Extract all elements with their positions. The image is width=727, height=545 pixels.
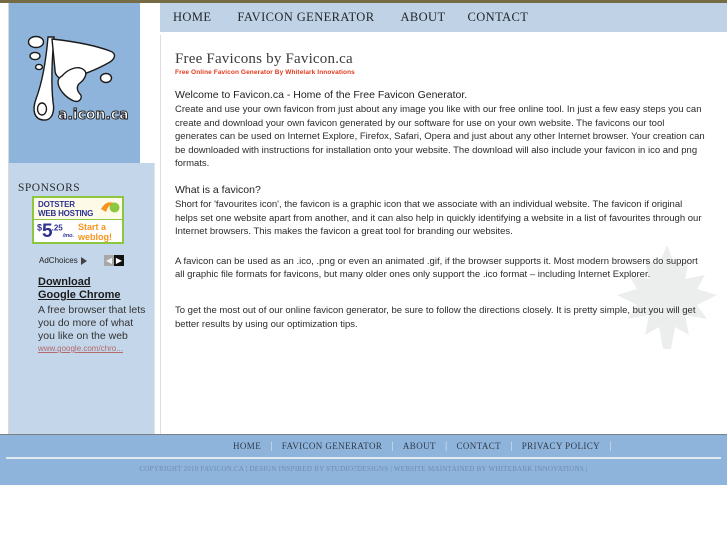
dotster-cta-line1: Start a bbox=[78, 222, 107, 232]
chrome-ad-headline[interactable]: Download Google Chrome bbox=[38, 276, 148, 302]
ad-next-button[interactable]: ▶ bbox=[114, 255, 124, 266]
content-inner: Free Favicons by Favicon.ca Free Online … bbox=[161, 35, 727, 331]
nav-about[interactable]: ABOUT bbox=[400, 10, 445, 25]
chrome-ad-headline-line1: Download bbox=[38, 276, 91, 288]
what-is-favicon-paragraph: Short for 'favourites icon', the favicon… bbox=[175, 198, 702, 238]
ad-carousel-controls: ◀ ▶ bbox=[104, 255, 124, 266]
primary-navigation-list: HOME FAVICON GENERATOR ABOUT CONTACT bbox=[160, 3, 727, 32]
nav-home[interactable]: HOME bbox=[173, 10, 211, 25]
adchoices-label[interactable]: AdChoices bbox=[39, 256, 87, 265]
sidebar: SPONSORS DOTSTER WEB HOSTING $5.25/mo. S… bbox=[8, 163, 155, 434]
formats-paragraph: A favicon can be used as an .ico, .png o… bbox=[175, 255, 698, 281]
chrome-ad-body: A free browser that lets you do more of … bbox=[38, 304, 146, 342]
dotster-price-value: 5 bbox=[42, 221, 53, 242]
dotster-price-cents: .25 bbox=[51, 223, 63, 233]
logo-panel: a.icon.ca bbox=[8, 3, 140, 163]
nav-favicon-generator[interactable]: FAVICON GENERATOR bbox=[237, 10, 374, 25]
right-arrow-icon: ▶ bbox=[115, 255, 123, 265]
site-footer: HOME | FAVICON GENERATOR | ABOUT | CONTA… bbox=[0, 434, 727, 485]
sponsors-heading: SPONSORS bbox=[18, 182, 81, 194]
footer-contact[interactable]: CONTACT bbox=[448, 441, 511, 452]
nav-contact[interactable]: CONTACT bbox=[468, 10, 529, 25]
optimization-tips-paragraph: To get the most out of our online favico… bbox=[175, 304, 696, 330]
dotster-swoosh-icon bbox=[100, 200, 120, 221]
dotster-cta: Start a weblog! bbox=[78, 222, 112, 242]
chrome-ad-url[interactable]: www.google.com/chro... bbox=[38, 344, 148, 353]
footer-about[interactable]: ABOUT bbox=[394, 441, 445, 452]
primary-navigation: HOME FAVICON GENERATOR ABOUT CONTACT bbox=[160, 3, 727, 32]
left-arrow-icon: ◀ bbox=[105, 255, 113, 265]
footer-home[interactable]: HOME bbox=[224, 441, 270, 452]
google-chrome-text-ad[interactable]: Download Google Chrome A free browser th… bbox=[38, 276, 148, 353]
dotster-ad-banner[interactable]: DOTSTER WEB HOSTING $5.25/mo. Start a we… bbox=[32, 196, 124, 244]
dotster-price-period: /mo. bbox=[62, 233, 75, 239]
footer-navigation: HOME | FAVICON GENERATOR | ABOUT | CONTA… bbox=[0, 441, 727, 452]
dotster-line2: WEB HOSTING bbox=[38, 209, 94, 218]
dotster-line1: DOTSTER bbox=[38, 200, 75, 209]
dotster-cta-line2: weblog! bbox=[78, 232, 112, 242]
page-root: a.icon.ca SPONSORS DOTSTER WEB HOSTING $… bbox=[0, 0, 727, 545]
footer-separator: | bbox=[609, 441, 612, 452]
what-is-favicon-heading: What is a favicon? bbox=[175, 183, 261, 196]
main-content: Free Favicons by Favicon.ca Free Online … bbox=[160, 35, 727, 434]
dotster-price: $5.25/mo. bbox=[37, 221, 75, 242]
footer-favicon-generator[interactable]: FAVICON GENERATOR bbox=[273, 441, 392, 452]
ad-prev-button[interactable]: ◀ bbox=[104, 255, 114, 266]
dotster-ad-top: DOTSTER WEB HOSTING bbox=[34, 198, 122, 220]
footer-divider bbox=[6, 457, 721, 459]
copyright-notice: COPYRIGHT 2010 FAVICON.CA | DESIGN INSPI… bbox=[139, 465, 588, 473]
favicon-ca-logo-icon[interactable]: a.icon.ca bbox=[22, 31, 130, 131]
welcome-paragraph: Create and use your own favicon from jus… bbox=[175, 104, 705, 170]
footer-privacy-policy[interactable]: PRIVACY POLICY bbox=[513, 441, 609, 452]
page-tagline: Free Online Favicon Generator By Whitela… bbox=[175, 69, 355, 76]
page-title: Free Favicons by Favicon.ca bbox=[175, 51, 353, 67]
adchoices-triangle-icon bbox=[80, 256, 87, 265]
logo-wordmark: a.icon.ca bbox=[58, 107, 129, 123]
adchoices-text: AdChoices bbox=[39, 256, 78, 265]
welcome-heading: Welcome to Favicon.ca - Home of the Free… bbox=[175, 89, 468, 101]
dotster-ad-bottom: $5.25/mo. Start a weblog! bbox=[34, 220, 122, 242]
chrome-ad-headline-line2: Google Chrome bbox=[38, 289, 121, 301]
